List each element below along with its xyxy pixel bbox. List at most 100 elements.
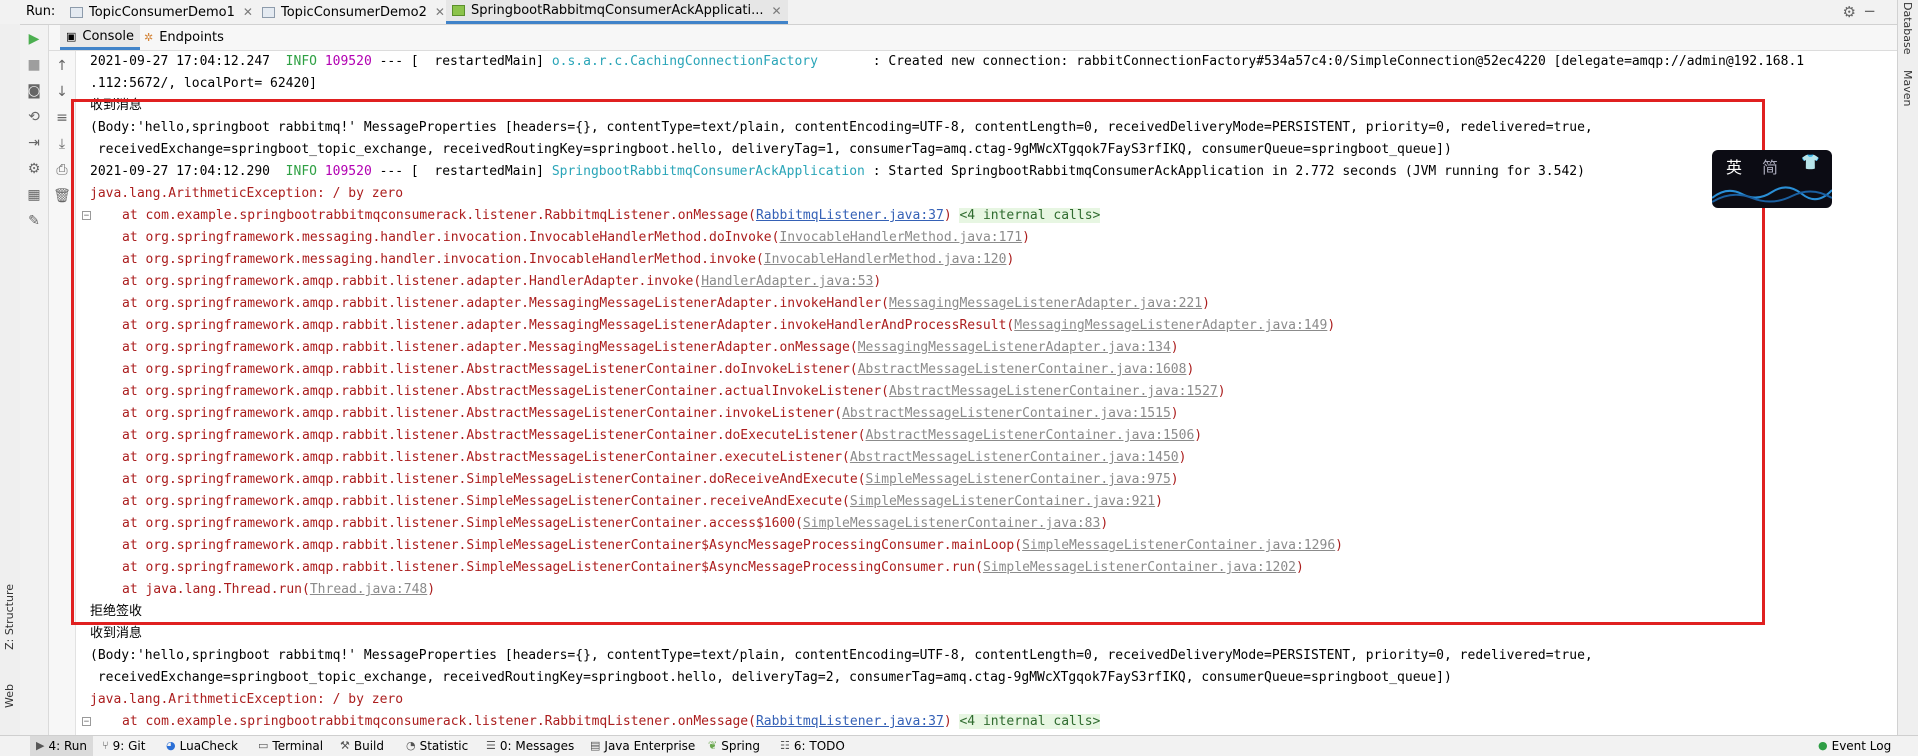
source-link[interactable]: MessagingMessageListenerAdapter.java:221 xyxy=(889,296,1202,311)
source-link[interactable]: InvocableHandlerMethod.java:120 xyxy=(764,252,1007,267)
web-tool-tab[interactable]: Web xyxy=(3,684,16,708)
log-pid: 109520 xyxy=(324,164,372,179)
source-link[interactable]: HandlerAdapter.java:53 xyxy=(701,274,873,289)
source-link[interactable]: SimpleMessageListenerContainer.java:921 xyxy=(850,494,1155,509)
tool-tab-event-log[interactable]: ● Event Log xyxy=(1818,736,1891,756)
source-link[interactable]: InvocableHandlerMethod.java:171 xyxy=(779,230,1022,245)
down-arrow-icon[interactable]: ↓ xyxy=(51,82,73,102)
print-icon[interactable]: ⎙ xyxy=(51,160,73,180)
tool-tab-spring[interactable]: ❦ Spring xyxy=(708,736,760,756)
run-tab-topic-consumer-2[interactable]: TopicConsumerDemo2 ✕ xyxy=(256,0,451,24)
received-message-text: 收到消息 xyxy=(90,626,143,641)
stack-frame-end: ) xyxy=(1194,428,1203,443)
source-link[interactable]: SimpleMessageListenerContainer.java:975 xyxy=(866,472,1171,487)
fold-toggle-icon[interactable]: − xyxy=(82,717,91,727)
source-link[interactable]: AbstractMessageListenerContainer.java:15… xyxy=(842,406,1171,421)
fold-toggle-icon[interactable]: − xyxy=(82,211,91,221)
source-link[interactable]: SimpleMessageListenerContainer.java:1296 xyxy=(1022,538,1335,553)
source-link[interactable]: SimpleMessageListenerContainer.java:83 xyxy=(803,516,1100,531)
run-tab-topic-consumer-1[interactable]: TopicConsumerDemo1 ✕ xyxy=(64,0,259,24)
close-icon[interactable]: ✕ xyxy=(772,4,782,18)
run-toolbar: ▶ ■ ◙ ⟲ ⇥ ⚙ ▦ ✎ xyxy=(20,25,49,735)
stack-frame: at org.springframework.amqp.rabbit.liste… xyxy=(122,535,1343,557)
close-icon[interactable]: ✕ xyxy=(243,5,253,19)
tool-tab-luacheck[interactable]: ◕ LuaCheck xyxy=(166,736,238,756)
tool-tab-java-enterprise[interactable]: ▤ Java Enterprise xyxy=(590,736,695,756)
tool-tab-label: Java Enterprise xyxy=(604,739,696,753)
stack-frame: at org.springframework.amqp.rabbit.liste… xyxy=(122,469,1179,491)
source-link[interactable]: AbstractMessageListenerContainer.java:16… xyxy=(858,362,1187,377)
source-link[interactable]: RabbitmqListener.java:37 xyxy=(756,208,944,223)
ime-status-widget[interactable]: 英 简 👕 xyxy=(1712,150,1832,208)
tab-console[interactable]: ▣ Console xyxy=(60,25,141,50)
source-link[interactable]: AbstractMessageListenerContainer.java:14… xyxy=(850,450,1179,465)
log-separator: --- xyxy=(379,164,404,179)
ime-mode-indicator[interactable]: 简 xyxy=(1762,154,1778,178)
tab-endpoints[interactable]: ✲ Endpoints xyxy=(138,25,230,50)
tool-tab-messages[interactable]: ☰ 0: Messages xyxy=(486,736,574,756)
tool-tab-git[interactable]: ⑂ 9: Git xyxy=(102,736,145,756)
gear-icon[interactable]: ⚙ xyxy=(1843,3,1856,21)
tool-tab-label: Build xyxy=(353,739,384,753)
soft-wrap-icon[interactable]: ≡ xyxy=(51,108,73,128)
application-icon xyxy=(70,6,83,18)
source-link[interactable]: MessagingMessageListenerAdapter.java:134 xyxy=(858,340,1171,355)
luacheck-icon: ◕ xyxy=(166,739,176,752)
log-pid: 109520 xyxy=(324,54,372,69)
run-icon: ▶ xyxy=(36,739,45,752)
statistic-icon: ◔ xyxy=(406,739,416,752)
exit-icon[interactable]: ⇥ xyxy=(23,133,45,153)
run-tab-label: TopicConsumerDemo2 xyxy=(281,4,427,20)
run-tab-springboot-ack-app[interactable]: SpringbootRabbitmqConsumerAckApplicati..… xyxy=(446,0,788,24)
settings-icon[interactable]: ⚙ xyxy=(23,159,45,179)
trash-icon[interactable]: 🗑 xyxy=(51,186,73,206)
console-subtab-bar: ▣ Console ✲ Endpoints xyxy=(20,25,1897,51)
log-separator: --- xyxy=(379,54,404,69)
internal-calls-toggle[interactable]: <4 internal calls> xyxy=(959,208,1101,223)
stack-frame-text: at org.springframework.amqp.rabbit.liste… xyxy=(122,494,850,509)
minimize-icon[interactable]: − xyxy=(1863,2,1876,20)
stack-frame: at org.springframework.amqp.rabbit.liste… xyxy=(122,271,881,293)
source-link[interactable]: AbstractMessageListenerContainer.java:15… xyxy=(866,428,1195,443)
tool-tab-statistic[interactable]: ◔ Statistic xyxy=(406,736,468,756)
internal-calls-toggle[interactable]: <4 internal calls> xyxy=(959,714,1101,729)
tool-tab-run[interactable]: ▶ 4: Run xyxy=(30,736,93,756)
stack-frame-text: at org.springframework.amqp.rabbit.liste… xyxy=(122,538,1023,553)
ime-language-indicator[interactable]: 英 xyxy=(1726,154,1742,178)
scroll-to-end-icon[interactable]: ⤓ xyxy=(51,134,73,154)
maven-tool-tab[interactable]: Maven xyxy=(1901,70,1914,106)
tool-tab-label: Spring xyxy=(721,739,760,753)
tool-tab-todo[interactable]: ☷ 6: TODO xyxy=(780,736,845,756)
database-tool-tab[interactable]: Database xyxy=(1901,2,1914,55)
source-link[interactable]: AbstractMessageListenerContainer.java:15… xyxy=(889,384,1218,399)
run-tab-bar: Run: TopicConsumerDemo1 ✕ TopicConsumerD… xyxy=(0,0,1898,25)
tool-tab-build[interactable]: ⚒ Build xyxy=(340,736,384,756)
restart-icon[interactable]: ⟲ xyxy=(23,107,45,127)
stack-frame-end: ) xyxy=(943,208,952,223)
up-arrow-icon[interactable]: ↑ xyxy=(51,56,73,76)
source-link[interactable]: SimpleMessageListenerContainer.java:1202 xyxy=(983,560,1296,575)
stack-frame: at org.springframework.amqp.rabbit.liste… xyxy=(122,381,1226,403)
tool-tab-terminal[interactable]: ▭ Terminal xyxy=(258,736,323,756)
stack-frame-text: at org.springframework.messaging.handler… xyxy=(122,252,764,267)
stop-icon[interactable]: ■ xyxy=(23,55,45,75)
source-link[interactable]: MessagingMessageListenerAdapter.java:149 xyxy=(1014,318,1327,333)
source-link[interactable]: RabbitmqListener.java:37 xyxy=(756,714,944,729)
stack-frame: at org.springframework.amqp.rabbit.liste… xyxy=(122,359,1194,381)
endpoints-icon: ✲ xyxy=(144,31,154,44)
pin-icon[interactable]: ✎ xyxy=(23,211,45,231)
skin-icon[interactable]: 👕 xyxy=(1801,153,1820,171)
structure-tool-tab[interactable]: Z: Structure xyxy=(3,584,16,650)
camera-icon[interactable]: ◙ xyxy=(23,81,45,101)
source-link[interactable]: Thread.java:748 xyxy=(310,582,427,597)
close-icon[interactable]: ✕ xyxy=(435,5,445,19)
spring-boot-icon xyxy=(452,5,465,16)
stack-frame-end: ) xyxy=(873,274,882,289)
console-output[interactable]: 2021-09-27 17:04:12.247 INFO 109520 --- … xyxy=(76,51,1896,735)
stack-frame-text: at org.springframework.amqp.rabbit.liste… xyxy=(122,516,803,531)
stack-frame-end: ) xyxy=(1202,296,1210,311)
console-toolbar: ↑ ↓ ≡ ⤓ ⎙ 🗑 xyxy=(49,51,76,735)
rerun-icon[interactable]: ▶ xyxy=(23,29,45,49)
layout-icon[interactable]: ▦ xyxy=(23,185,45,205)
log-level: INFO xyxy=(285,54,317,69)
